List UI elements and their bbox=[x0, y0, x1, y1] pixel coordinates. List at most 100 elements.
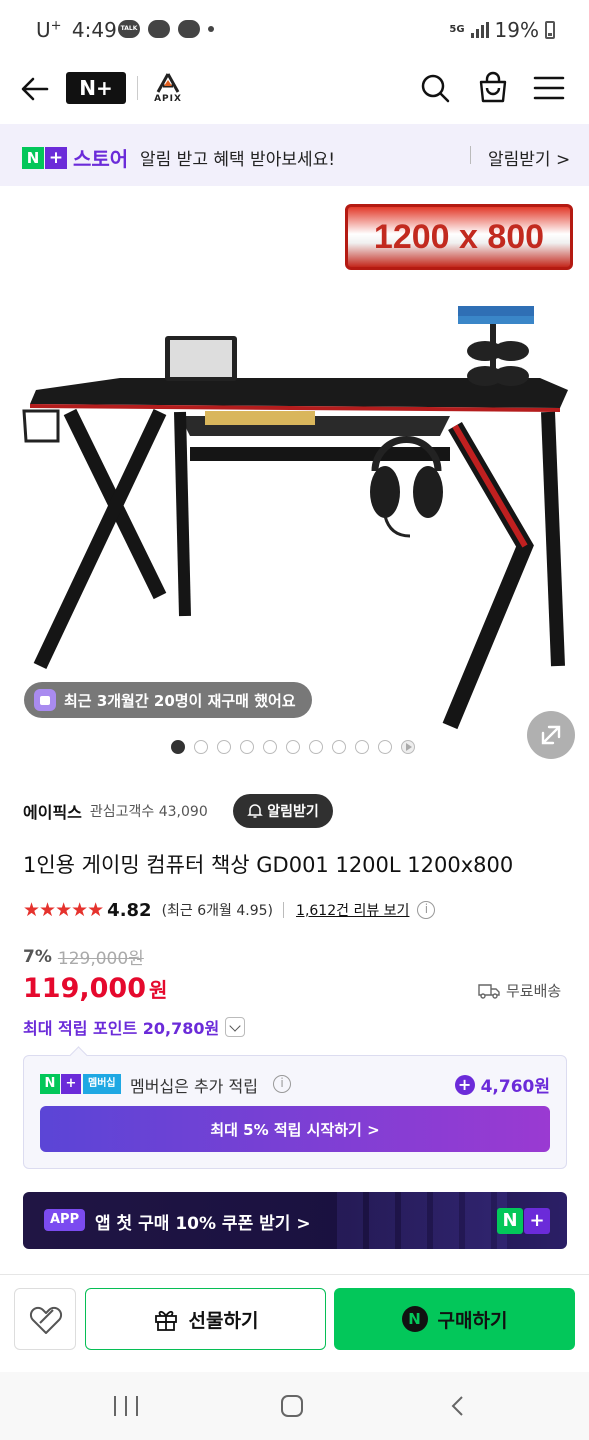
expand-image-button[interactable] bbox=[527, 711, 575, 759]
membership-points-value: 4,760원 bbox=[480, 1077, 550, 1097]
carousel-dot-7[interactable] bbox=[309, 740, 323, 754]
carousel-dot-10[interactable] bbox=[378, 740, 392, 754]
carousel-dot-9[interactable] bbox=[355, 740, 369, 754]
search-icon[interactable] bbox=[419, 72, 451, 104]
status-bar: U+ 4:49 TALK 5G 19% bbox=[0, 0, 589, 62]
plus-logo-icon: + bbox=[524, 1208, 550, 1234]
back-arrow-icon[interactable] bbox=[20, 74, 50, 104]
discount-rate: 7% bbox=[23, 946, 52, 967]
repurchase-badge: 최근 3개월간 20명이 재구매 했어요 bbox=[24, 682, 312, 718]
n-logo-icon: N bbox=[40, 1074, 60, 1094]
system-indicators: 5G 19% bbox=[449, 18, 555, 42]
system-back-icon[interactable] bbox=[450, 1396, 464, 1416]
plus-logo-icon: + bbox=[45, 146, 67, 169]
app-tag: APP bbox=[44, 1209, 86, 1231]
buy-label: 구매하기 bbox=[437, 1309, 508, 1332]
chat-bubbles-icon bbox=[178, 20, 200, 38]
plus-logo-icon: + bbox=[61, 1074, 81, 1094]
apix-logo-mark-icon bbox=[156, 73, 180, 93]
carrier: U bbox=[36, 18, 51, 42]
rating-score: 4.82 bbox=[107, 899, 152, 921]
sale-price: 119,000 bbox=[23, 973, 146, 1004]
buy-button[interactable]: N 구매하기 bbox=[334, 1288, 575, 1350]
bell-plus-icon bbox=[247, 804, 264, 818]
carousel-dot-2[interactable] bbox=[194, 740, 208, 754]
carousel-dot-8[interactable] bbox=[332, 740, 346, 754]
membership-tag: 멤버십 bbox=[83, 1074, 121, 1094]
original-price: 129,000원 bbox=[57, 949, 144, 969]
carousel-dot-4[interactable] bbox=[240, 740, 254, 754]
shopping-bag-badge-icon bbox=[34, 689, 56, 711]
naver-plus-logo: N + bbox=[497, 1208, 550, 1234]
points-row[interactable]: 최대 적립 포인트 20,780원 bbox=[23, 1015, 246, 1039]
max-points: 최대 적립 포인트 20,780원 bbox=[23, 1019, 220, 1038]
signal-icon bbox=[470, 22, 489, 38]
notification-icons: TALK bbox=[118, 20, 214, 38]
product-title: 1인용 게이밍 컴퓨터 책상 GD001 1200L 1200x800 bbox=[23, 853, 514, 877]
n-logo-icon: N bbox=[497, 1208, 523, 1234]
store-info-row: 에이픽스 관심고객수 43,090 알림받기 bbox=[23, 794, 333, 828]
membership-points: + 4,760원 bbox=[454, 1072, 550, 1097]
recent-apps-icon[interactable] bbox=[114, 1396, 138, 1416]
membership-info-icon[interactable]: i bbox=[273, 1075, 291, 1093]
store-notify-label: 알림받기 bbox=[267, 804, 319, 820]
shipping-info: 무료배송 bbox=[478, 980, 561, 1001]
membership-logo: N + 멤버십 bbox=[40, 1074, 121, 1094]
naver-plus-store-logo[interactable]: N+ bbox=[66, 72, 126, 104]
plus-circle-icon: + bbox=[454, 1074, 475, 1095]
store-alert-banner[interactable]: N + 스토어 알림 받고 혜택 받아보세요! 알림받기 > bbox=[0, 124, 589, 186]
top-navigation: N+ APIX bbox=[0, 62, 589, 122]
rating-divider bbox=[283, 902, 285, 918]
wishlist-button[interactable] bbox=[14, 1288, 76, 1350]
shopping-bag-icon[interactable] bbox=[476, 70, 510, 104]
app-coupon-banner[interactable]: APP 앱 첫 구매 10% 쿠폰 받기 > N + bbox=[23, 1192, 567, 1249]
carrier-time: U+ 4:49 bbox=[36, 18, 117, 42]
network-type: 5G bbox=[449, 24, 465, 35]
info-icon[interactable]: i bbox=[417, 901, 436, 919]
alert-message: 알림 받고 혜택 받아보세요! bbox=[140, 150, 336, 170]
membership-box: N + 멤버십 멤버십은 추가 적립 i + 4,760원 최대 5% 적립 시… bbox=[23, 1055, 567, 1169]
nav-divider bbox=[137, 76, 138, 100]
apix-store-logo[interactable]: APIX bbox=[148, 72, 188, 106]
gift-label: 선물하기 bbox=[188, 1309, 259, 1332]
store-name[interactable]: 에이픽스 bbox=[23, 799, 82, 823]
membership-text: 멤버십은 추가 적립 bbox=[130, 1077, 258, 1096]
carousel-dot-3[interactable] bbox=[217, 740, 231, 754]
gift-button[interactable]: 선물하기 bbox=[85, 1288, 326, 1350]
delivery-truck-icon bbox=[478, 983, 500, 999]
carousel-dot-5[interactable] bbox=[263, 740, 277, 754]
heart-check-icon bbox=[29, 1306, 63, 1334]
carrier-plus: + bbox=[50, 18, 62, 34]
store-notify-button[interactable]: 알림받기 bbox=[233, 794, 333, 828]
repurchase-text: 최근 3개월간 20명이 재구매 했어요 bbox=[64, 691, 296, 710]
recent-rating: (최근 6개월 4.95) bbox=[161, 903, 274, 919]
voicemail-icon bbox=[148, 20, 170, 38]
follower-count: 관심고객수 43,090 bbox=[89, 804, 208, 820]
section-divider bbox=[0, 1274, 589, 1275]
membership-start-button[interactable]: 최대 5% 적립 시작하기 > bbox=[40, 1106, 550, 1152]
battery-icon bbox=[545, 21, 555, 39]
hamburger-menu-icon[interactable] bbox=[533, 74, 565, 102]
kakaotalk-icon: TALK bbox=[118, 20, 140, 38]
currency-unit: 원 bbox=[148, 978, 168, 1002]
clock: 4:49 bbox=[71, 18, 117, 42]
review-link[interactable]: 1,612건 리뷰 보기 bbox=[296, 900, 409, 920]
store-word: 스토어 bbox=[73, 147, 129, 171]
expand-arrows-icon bbox=[541, 725, 561, 745]
price-row: 119,000 원 bbox=[23, 973, 167, 1004]
chevron-down-icon[interactable] bbox=[225, 1017, 246, 1037]
more-notifications-icon bbox=[208, 26, 214, 32]
system-navigation-bar bbox=[0, 1372, 589, 1440]
carousel-dot-1[interactable] bbox=[171, 740, 185, 754]
star-rating-icon: ★★★★★ bbox=[23, 899, 104, 921]
n-logo-icon: N bbox=[22, 146, 44, 169]
naver-pay-icon: N bbox=[401, 1306, 428, 1332]
carousel-indicators bbox=[171, 740, 415, 754]
alert-subscribe-link[interactable]: 알림받기 > bbox=[488, 145, 570, 170]
carousel-video-dot-icon[interactable] bbox=[401, 740, 415, 754]
app-coupon-text: 앱 첫 구매 10% 쿠폰 받기 > bbox=[95, 1214, 311, 1234]
product-image-carousel[interactable]: 1200 x 800 최근 3개월간 20명이 재구매 했어요 bbox=[0, 186, 589, 776]
home-icon[interactable] bbox=[281, 1395, 303, 1417]
discount-row: 7% 129,000원 bbox=[23, 944, 144, 970]
carousel-dot-6[interactable] bbox=[286, 740, 300, 754]
